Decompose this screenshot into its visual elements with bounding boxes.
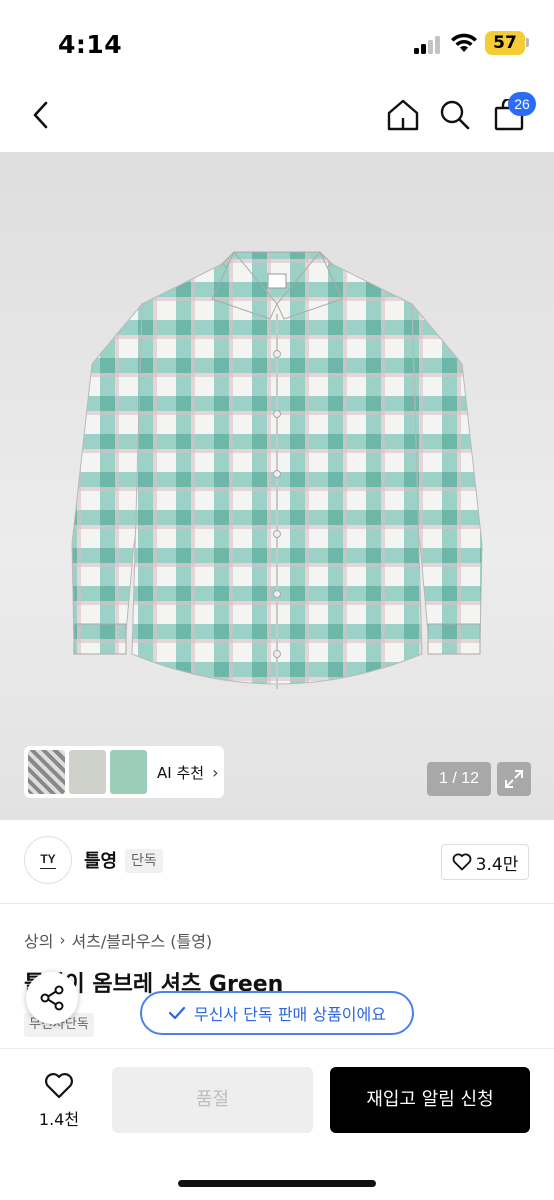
brand-like-count: 3.4만 [475,854,519,875]
home-indicator [178,1180,376,1187]
signal-icon [414,36,442,54]
breadcrumb-item[interactable]: 셔츠/블라우스 (틀영) [71,928,212,952]
wishlist-button[interactable]: 1.4천 [24,1069,94,1133]
wifi-icon [451,33,477,52]
check-icon [168,1006,186,1020]
battery-tip [526,38,529,47]
back-button[interactable] [18,92,64,138]
brand-name[interactable]: 틀영 [84,847,117,873]
top-nav [0,80,554,152]
share-button[interactable] [26,972,78,1024]
chevron-right-icon: › [59,931,66,949]
heart-icon [45,1073,73,1099]
breadcrumb-item[interactable]: 상의 [24,928,53,952]
share-icon [40,985,64,1011]
home-button[interactable] [380,92,426,138]
product-shirt-image [71,251,483,689]
restock-alert-button[interactable]: 재입고 알림 신청 [330,1067,530,1133]
product-image-gallery[interactable]: AI 추천 › 1 / 12 [0,152,554,820]
brand-logo-text: TY [40,851,56,866]
breadcrumb: 상의 › 셔츠/블라우스 (틀영) [24,928,212,952]
bottom-action-bar: 1.4천 품절 재입고 알림 신청 [0,1048,554,1200]
soldout-button: 품절 [112,1067,313,1133]
ai-recommend-bar[interactable]: AI 추천 › [24,746,224,798]
ai-recommend-label: AI 추천 [157,763,205,782]
battery-indicator: 57 [485,31,525,55]
brand-logo-underline [40,867,56,869]
toast-text: 무신사 단독 판매 상품이에요 [194,1005,386,1024]
search-icon [440,100,470,130]
brand-row[interactable]: TY 틀영 단독 3.4만 [0,820,554,904]
expand-button[interactable] [497,762,531,796]
cart-count-badge: 26 [508,92,536,116]
wishlist-count: 1.4천 [38,1110,80,1129]
thumbnail-3[interactable] [110,750,147,794]
brand-logo[interactable]: TY [24,836,72,884]
page-indicator: 1 / 12 [427,762,491,796]
chevron-right-icon: › [212,762,219,782]
chevron-left-icon [33,101,48,129]
thumbnail-1[interactable] [28,750,65,794]
expand-icon [505,770,523,788]
home-icon [387,99,419,131]
brand-exclusive-badge: 단독 [125,849,163,873]
heart-icon [452,853,472,871]
status-bar: 4:14 57 [0,0,554,80]
status-time: 4:14 [58,30,123,59]
thumbnail-2[interactable] [69,750,106,794]
brand-like-button[interactable]: 3.4만 [441,844,529,880]
search-button[interactable] [432,92,478,138]
exclusive-toast: 무신사 단독 판매 상품이에요 [140,991,414,1035]
